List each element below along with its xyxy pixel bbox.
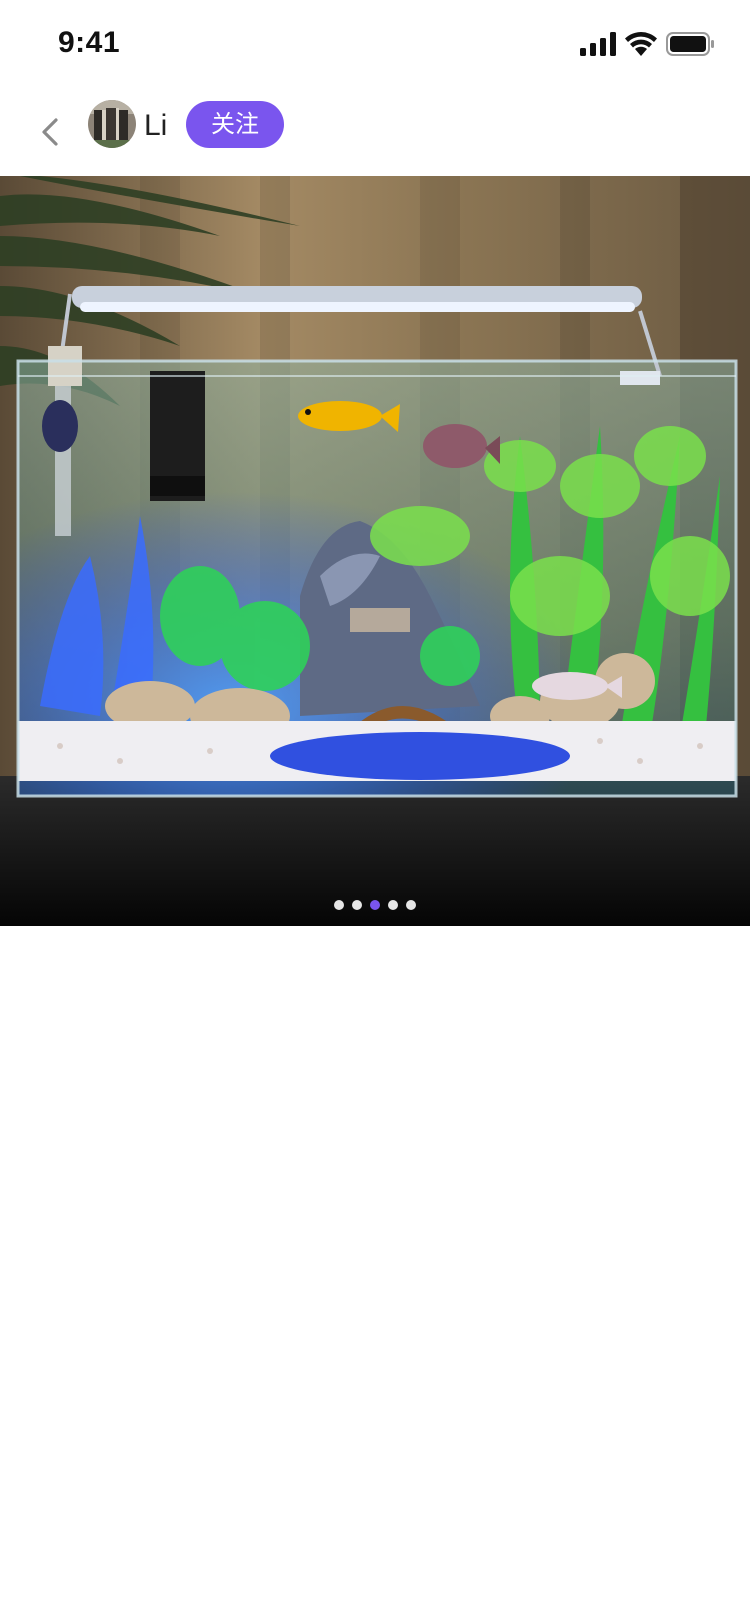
avatar-image <box>88 100 136 148</box>
battery-icon <box>666 32 714 56</box>
carousel-dot[interactable] <box>334 900 344 910</box>
wifi-icon <box>625 32 657 56</box>
status-bar: 9:41 <box>0 0 750 88</box>
carousel-dot[interactable] <box>352 900 362 910</box>
back-icon[interactable] <box>36 110 66 154</box>
post-detail-page: 9:41 Li 关注 <box>0 0 750 1624</box>
carousel-dot-active[interactable] <box>370 900 380 910</box>
signal-icon <box>580 32 616 56</box>
avatar[interactable] <box>88 100 136 148</box>
carousel-dot[interactable] <box>406 900 416 910</box>
post-header: Li 关注 <box>0 88 750 176</box>
follow-button[interactable]: 关注 <box>186 101 284 148</box>
carousel-indicator <box>0 900 750 912</box>
aquarium-photo <box>0 176 750 926</box>
image-carousel[interactable] <box>0 176 750 926</box>
status-time: 9:41 <box>58 26 121 59</box>
carousel-dot[interactable] <box>388 900 398 910</box>
user-name[interactable]: Li <box>144 109 167 143</box>
